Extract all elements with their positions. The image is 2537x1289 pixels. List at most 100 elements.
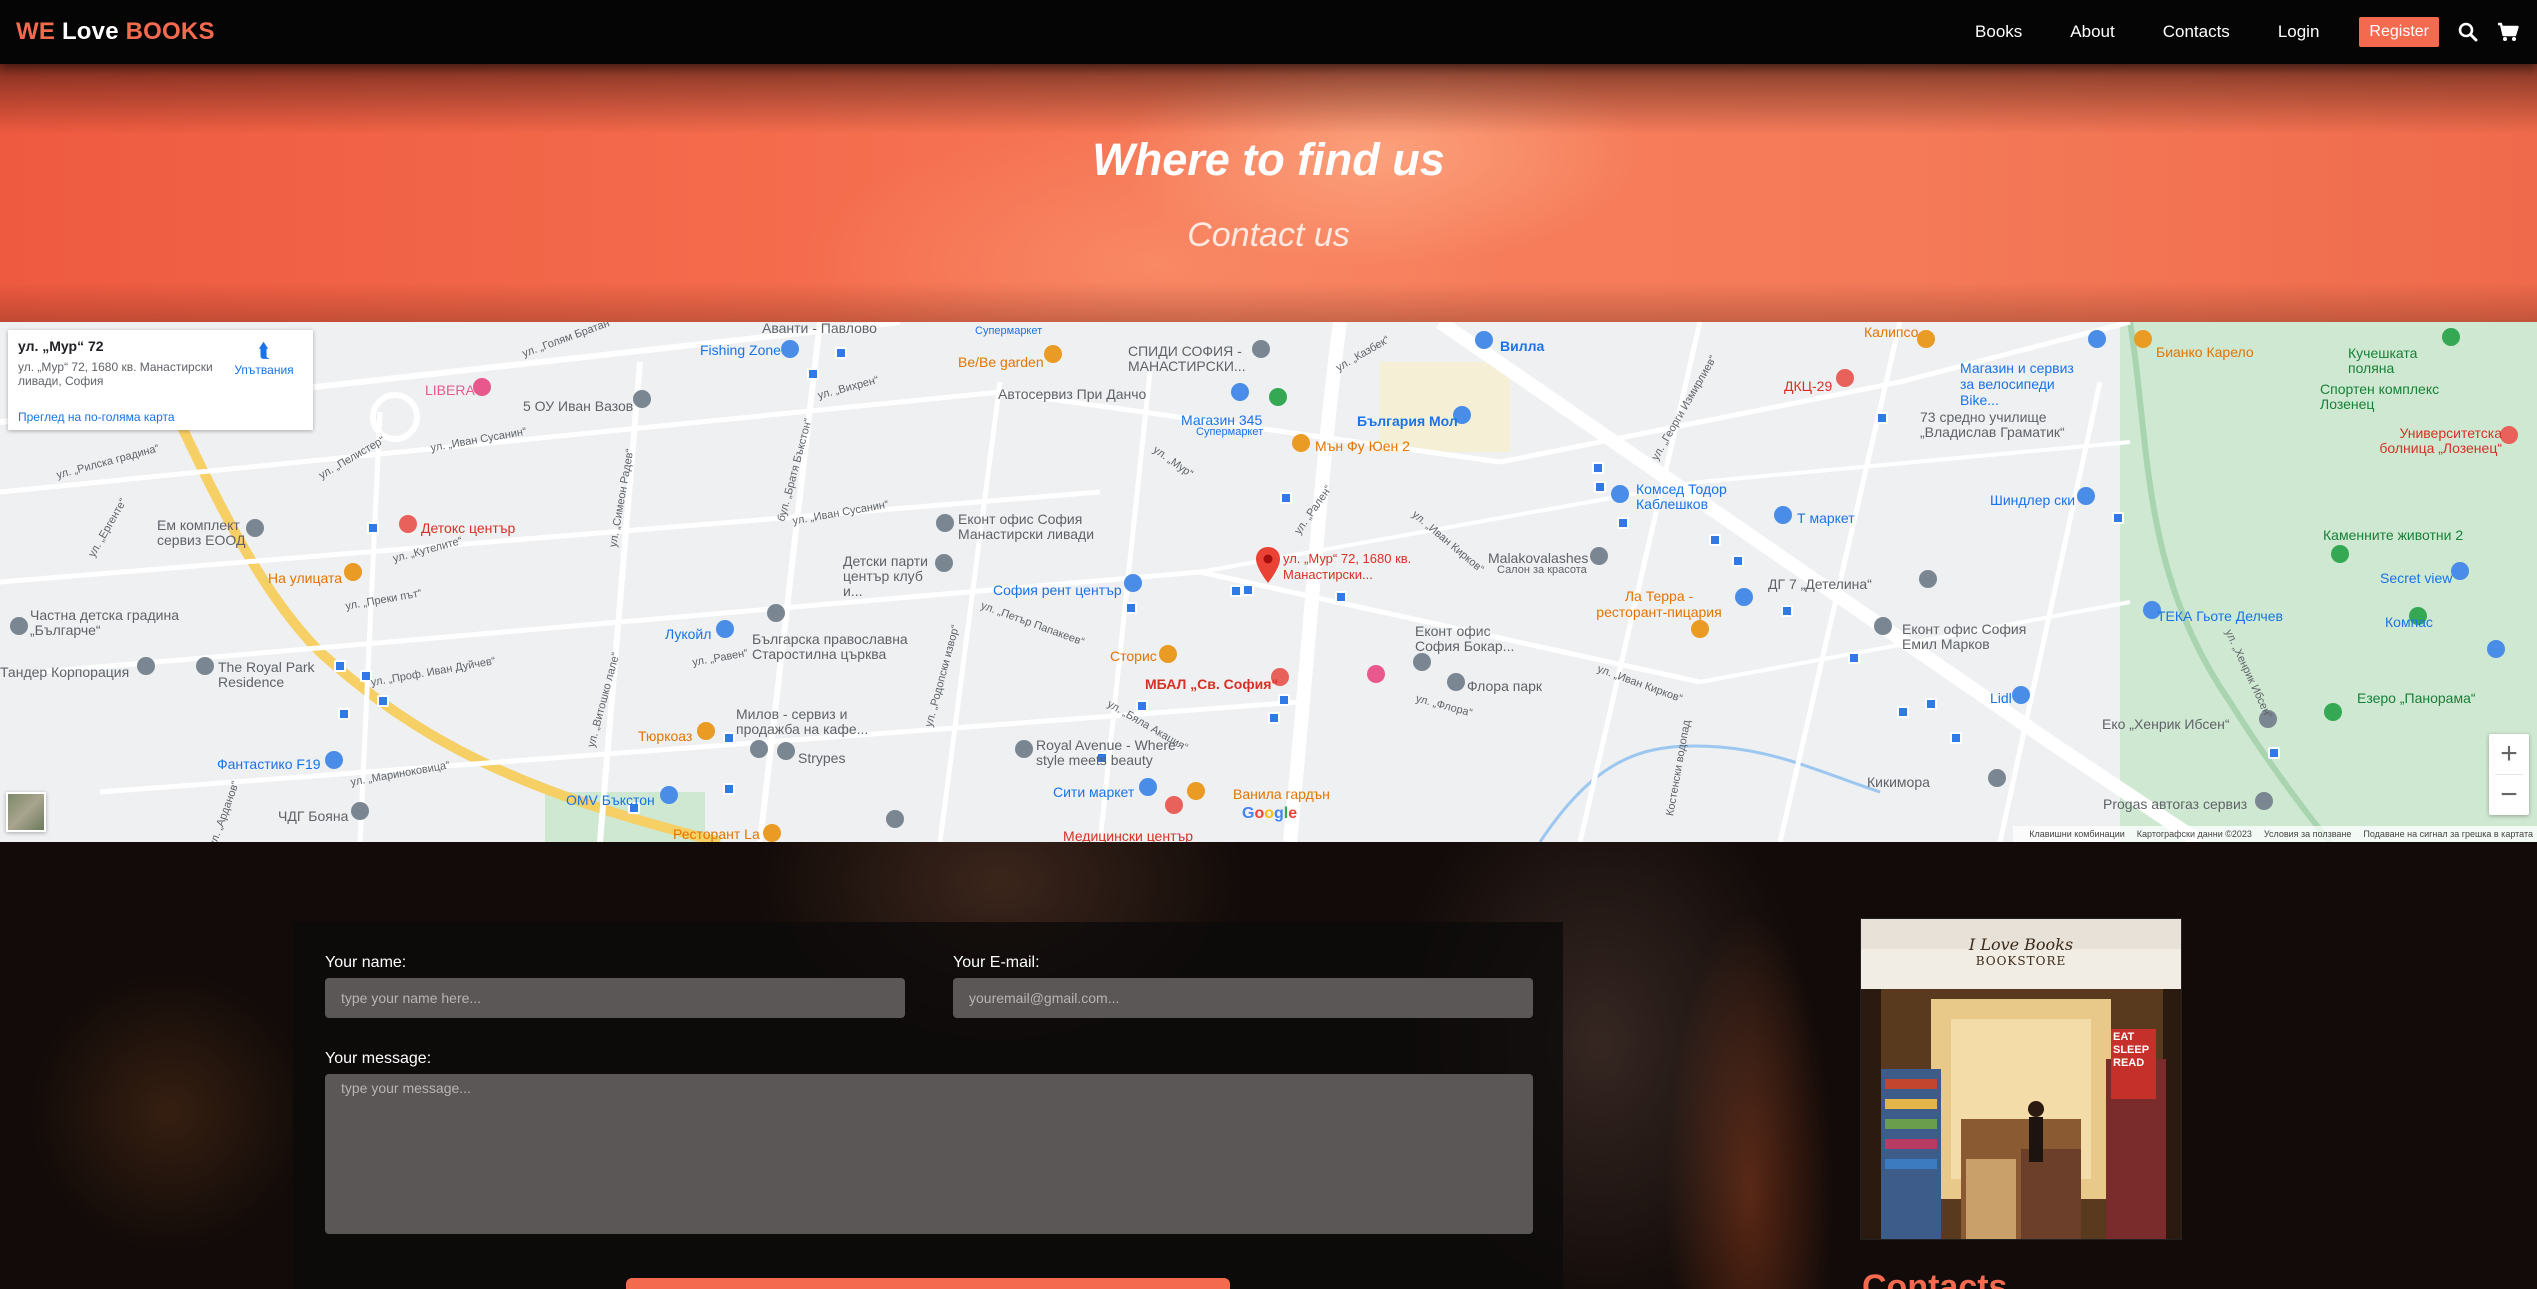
map-pin[interactable] [1447, 673, 1465, 691]
larger-map-link[interactable]: Преглед на по-голяма карта [18, 410, 175, 424]
map-place-label: Lidl [1990, 690, 2012, 706]
map-pin[interactable] [1988, 769, 2006, 787]
map-pin[interactable] [1165, 796, 1183, 814]
map-place-label: ОМV Бъкстон [566, 792, 655, 808]
name-input[interactable] [325, 978, 905, 1018]
map-pin[interactable] [1269, 388, 1287, 406]
map-pin[interactable] [1413, 653, 1431, 671]
map-pin[interactable] [767, 604, 785, 622]
bus-stop-icon [338, 708, 350, 720]
send-button[interactable] [626, 1278, 1230, 1289]
map-pin[interactable] [2088, 330, 2106, 348]
map-place-label: София рент център [993, 582, 1122, 598]
map-pin[interactable] [1874, 617, 1892, 635]
map-pin[interactable] [1917, 330, 1935, 348]
map-pin[interactable] [10, 617, 28, 635]
map-place-label: Спортен комплекс Лозенец [2320, 381, 2440, 412]
bus-stop-icon [1950, 732, 1962, 744]
message-textarea[interactable] [325, 1074, 1533, 1234]
map-pin[interactable] [2255, 792, 2273, 810]
map-pin[interactable] [2451, 562, 2469, 580]
map-place-label: Салон за красота [1497, 564, 1587, 576]
poster-line-sleep: SLEEP [2113, 1044, 2150, 1056]
map-pin[interactable] [697, 722, 715, 740]
map-place-label: Детски парти център клуб и... [843, 553, 928, 599]
map-pin[interactable] [936, 514, 954, 532]
zoom-in-button[interactable]: + [2489, 734, 2529, 774]
map-pin[interactable] [2331, 545, 2349, 563]
map-pin[interactable] [750, 740, 768, 758]
map-pin[interactable] [2324, 703, 2342, 721]
map-place-label: Супермаркет [975, 325, 1043, 337]
map-place-label: Университетска болница „Лозенец“ [2379, 425, 2502, 456]
map-pin[interactable] [781, 340, 799, 358]
map-pin[interactable] [1611, 485, 1629, 503]
google-map[interactable]: ул. „Мур“ 72 ул. „Мур“ 72, 1680 кв. Мана… [0, 322, 2537, 842]
map-pin[interactable] [633, 390, 651, 408]
map-place-label: 5 ОУ Иван Вазов [523, 398, 634, 414]
map-pin[interactable] [1774, 506, 1792, 524]
map-pin[interactable] [1836, 369, 1854, 387]
map-place-label: ДГ 7 „Детелина“ [1768, 576, 1872, 592]
map-pin[interactable] [1015, 740, 1033, 758]
map-pin[interactable] [1735, 588, 1753, 606]
map-pin[interactable] [777, 742, 795, 760]
map-pin[interactable] [137, 657, 155, 675]
map-pin[interactable] [325, 751, 343, 769]
map-pin[interactable] [196, 657, 214, 675]
hero-banner: Where to find us Contact us [0, 64, 2537, 322]
map-pin[interactable] [2134, 330, 2152, 348]
bus-stop-icon [723, 783, 735, 795]
map-pin[interactable] [1159, 645, 1177, 663]
map-pin[interactable] [1590, 547, 1608, 565]
map-pin[interactable] [1367, 665, 1385, 683]
search-icon[interactable] [2457, 21, 2479, 43]
map-place-label: Ресторант La [673, 826, 760, 842]
map-data-credit: Картографски данни ©2023 [2136, 829, 2252, 839]
map-place-label: Ем комплект сервиз ЕООД [157, 517, 246, 548]
map-pin[interactable] [716, 620, 734, 638]
email-label: Your E-mail: [953, 954, 1040, 971]
map-pin[interactable] [1187, 782, 1205, 800]
map-pin[interactable] [1691, 620, 1709, 638]
site-logo[interactable]: WE Love BOOKS [16, 18, 215, 46]
keyboard-shortcuts-link[interactable]: Клавишни комбинации [2029, 829, 2125, 839]
map-place-label: Еко „Хенрик Ибсен“ [2102, 716, 2230, 732]
email-input[interactable] [953, 978, 1533, 1018]
nav-link-about[interactable]: About [2070, 22, 2114, 42]
map-pin[interactable] [1919, 570, 1937, 588]
map-pin[interactable] [2487, 640, 2505, 658]
nav-link-books[interactable]: Books [1975, 22, 2022, 42]
map-pin[interactable] [1292, 434, 1310, 452]
satellite-toggle-button[interactable] [6, 792, 46, 832]
map-pin[interactable] [1124, 574, 1142, 592]
map-pin[interactable] [473, 378, 491, 396]
report-error-link[interactable]: Подаване на сигнал за грешка в картата [2363, 829, 2533, 839]
map-place-label: Кучешката поляна [2348, 345, 2418, 376]
map-pin[interactable] [660, 786, 678, 804]
map-pin[interactable] [1475, 331, 1493, 349]
register-button[interactable]: Register [2359, 17, 2439, 47]
map-pin[interactable] [399, 515, 417, 533]
map-pin[interactable] [2012, 686, 2030, 704]
map-pin[interactable] [763, 824, 781, 842]
map-pin[interactable] [344, 563, 362, 581]
map-pin[interactable] [2442, 328, 2460, 346]
map-pin[interactable] [886, 810, 904, 828]
map-place-label: Тюркоаз [638, 728, 693, 744]
map-place-label: Кикимора [1867, 774, 1930, 790]
directions-button[interactable]: ⮬ Упътвания [229, 340, 299, 377]
terms-link[interactable]: Условия за ползване [2264, 829, 2352, 839]
map-pin[interactable] [351, 802, 369, 820]
map-pin[interactable] [1231, 383, 1249, 401]
map-pin[interactable] [1044, 345, 1062, 363]
zoom-out-button[interactable]: − [2489, 775, 2529, 815]
nav-link-login[interactable]: Login [2278, 22, 2320, 42]
map-place-label: Мън Фу Юен 2 [1315, 438, 1410, 454]
map-pin[interactable] [2500, 426, 2518, 444]
nav-link-contacts[interactable]: Contacts [2163, 22, 2230, 42]
map-place-label: Магазин и сервиз за велосипеди Bike... [1960, 360, 2074, 408]
map-pin[interactable] [1139, 778, 1157, 796]
map-pin[interactable] [2077, 487, 2095, 505]
cart-icon[interactable] [2497, 21, 2519, 43]
